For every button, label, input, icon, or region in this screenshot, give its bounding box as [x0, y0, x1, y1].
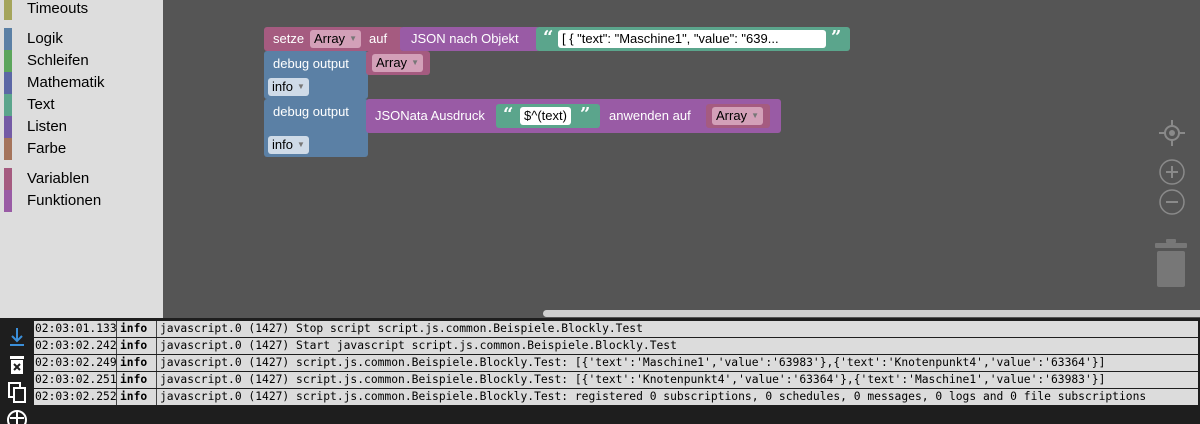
- variable-dropdown-value: Array: [314, 31, 346, 46]
- log-message: javascript.0 (1427) Stop script script.j…: [160, 322, 643, 335]
- debug-output-label: debug output: [273, 104, 349, 119]
- copy-icon[interactable]: [6, 381, 28, 403]
- category-color-swatch: [4, 94, 12, 116]
- toolbox-category-mathematik[interactable]: Mathematik: [0, 72, 163, 94]
- debug-output-label: debug output: [273, 56, 349, 71]
- variable-set-block[interactable]: setze Array ▼ auf: [264, 27, 404, 51]
- log-level: info: [117, 355, 157, 371]
- json-to-object-block[interactable]: JSON nach Objekt: [400, 27, 540, 51]
- clear-log-icon[interactable]: [6, 354, 28, 376]
- log-level: info: [117, 372, 157, 388]
- category-color-swatch: [4, 116, 12, 138]
- category-color-swatch: [4, 0, 12, 20]
- download-icon[interactable]: [6, 326, 28, 348]
- json-string-field[interactable]: [ { "text": "Maschine1", "value": "639..…: [558, 30, 826, 48]
- log-row[interactable]: 02:03:02.249 info javascript.0 (1427) sc…: [34, 355, 1198, 371]
- category-label: Variablen: [27, 170, 90, 187]
- text-literal-block[interactable]: “ [ { "text": "Maschine1", "value": "639…: [536, 27, 850, 51]
- jsonata-expression-field[interactable]: $^(text): [520, 107, 571, 125]
- log-table: 02:03:01.133 info javascript.0 (1427) St…: [34, 321, 1198, 406]
- json-to-object-label: JSON nach Objekt: [411, 31, 519, 46]
- variable-dropdown-value: Array: [376, 55, 408, 70]
- blockly-workspace[interactable]: setze Array ▼ auf JSON nach Objekt “ [ { …: [163, 0, 1200, 318]
- log-message: javascript.0 (1427) script.js.common.Bei…: [160, 356, 1106, 369]
- text-literal-block[interactable]: “ $^(text) ”: [496, 104, 600, 128]
- debug-output-block[interactable]: debug output info ▼: [264, 99, 368, 157]
- log-level-value: info: [272, 79, 293, 94]
- variable-get-block[interactable]: Array ▼: [366, 51, 430, 75]
- zoom-out-icon[interactable]: [1159, 189, 1185, 215]
- zoom-in-icon[interactable]: [1159, 159, 1185, 185]
- category-color-swatch: [4, 50, 12, 72]
- category-label: Timeouts: [27, 0, 89, 17]
- set-suffix-label: auf: [369, 31, 388, 46]
- log-level: info: [117, 321, 157, 337]
- table-icon[interactable]: [6, 409, 28, 424]
- horizontal-scrollbar[interactable]: [543, 310, 1200, 317]
- toolbox-category-timeouts[interactable]: Timeouts: [0, 0, 163, 20]
- category-label: Text: [27, 96, 55, 113]
- category-label: Logik: [27, 30, 63, 47]
- category-label: Farbe: [27, 140, 67, 157]
- close-quote-icon: ”: [831, 27, 842, 48]
- category-label: Mathematik: [27, 74, 105, 91]
- category-color-swatch: [4, 168, 12, 190]
- log-row[interactable]: 02:03:01.133 info javascript.0 (1427) St…: [34, 321, 1198, 337]
- log-time: 02:03:02.252: [35, 389, 117, 405]
- category-label: Listen: [27, 118, 68, 135]
- variable-get-block[interactable]: Array ▼: [706, 104, 770, 128]
- log-level-value: info: [272, 137, 293, 152]
- toolbox-category-text[interactable]: Text: [0, 94, 163, 116]
- category-color-swatch: [4, 28, 12, 50]
- variable-dropdown[interactable]: Array ▼: [372, 54, 423, 72]
- log-time: 02:03:01.133: [35, 321, 117, 337]
- category-color-swatch: [4, 72, 12, 94]
- set-prefix-label: setze: [273, 31, 305, 46]
- log-time: 02:03:02.249: [35, 355, 117, 371]
- chevron-down-icon: ▼: [349, 34, 357, 43]
- log-row[interactable]: 02:03:02.252 info javascript.0 (1427) sc…: [34, 389, 1198, 405]
- toolbox-category-variablen[interactable]: Variablen: [0, 168, 163, 190]
- chevron-down-icon: ▼: [296, 82, 305, 91]
- log-time: 02:03:02.251: [35, 372, 117, 388]
- toolbox-category-schleifen[interactable]: Schleifen: [0, 50, 163, 72]
- variable-dropdown-value: Array: [716, 108, 748, 123]
- toolbox-category-funktionen[interactable]: Funktionen: [0, 190, 163, 212]
- close-quote-icon: ”: [580, 104, 591, 125]
- chevron-down-icon: ▼: [751, 111, 759, 120]
- log-panel: 02:03:01.133 info javascript.0 (1427) St…: [0, 318, 1200, 424]
- log-toolbar: [0, 318, 32, 424]
- toolbox-category-farbe[interactable]: Farbe: [0, 138, 163, 160]
- log-level: info: [117, 338, 157, 354]
- toolbox-category-listen[interactable]: Listen: [0, 116, 163, 138]
- debug-output-block[interactable]: debug output info ▼: [264, 51, 368, 99]
- open-quote-icon: “: [543, 27, 554, 48]
- log-level: info: [117, 389, 157, 405]
- log-message: javascript.0 (1427) script.js.common.Bei…: [160, 373, 1106, 386]
- apply-to-label: anwenden auf: [609, 108, 691, 123]
- open-quote-icon: “: [503, 104, 514, 125]
- trash-icon[interactable]: [1153, 237, 1189, 287]
- log-time: 02:03:02.242: [35, 338, 117, 354]
- blockly-toolbox: Timeouts Logik Schleifen Mathematik Text…: [0, 0, 163, 318]
- log-level-dropdown[interactable]: info ▼: [268, 136, 309, 154]
- chevron-down-icon: ▼: [411, 58, 419, 67]
- log-message: javascript.0 (1427) Start javascript scr…: [160, 339, 677, 352]
- category-label: Funktionen: [27, 192, 102, 209]
- center-target-icon[interactable]: [1159, 120, 1185, 146]
- log-level-dropdown[interactable]: info ▼: [268, 78, 309, 96]
- category-label: Schleifen: [27, 52, 89, 69]
- variable-dropdown[interactable]: Array ▼: [712, 107, 763, 125]
- log-row[interactable]: 02:03:02.242 info javascript.0 (1427) St…: [34, 338, 1198, 354]
- log-message: javascript.0 (1427) script.js.common.Bei…: [160, 390, 1147, 403]
- toolbox-category-logik[interactable]: Logik: [0, 28, 163, 50]
- jsonata-label: JSONata Ausdruck: [375, 108, 485, 123]
- log-row[interactable]: 02:03:02.251 info javascript.0 (1427) sc…: [34, 372, 1198, 388]
- category-color-swatch: [4, 138, 12, 160]
- category-color-swatch: [4, 190, 12, 212]
- chevron-down-icon: ▼: [296, 140, 305, 149]
- variable-dropdown[interactable]: Array ▼: [310, 30, 361, 48]
